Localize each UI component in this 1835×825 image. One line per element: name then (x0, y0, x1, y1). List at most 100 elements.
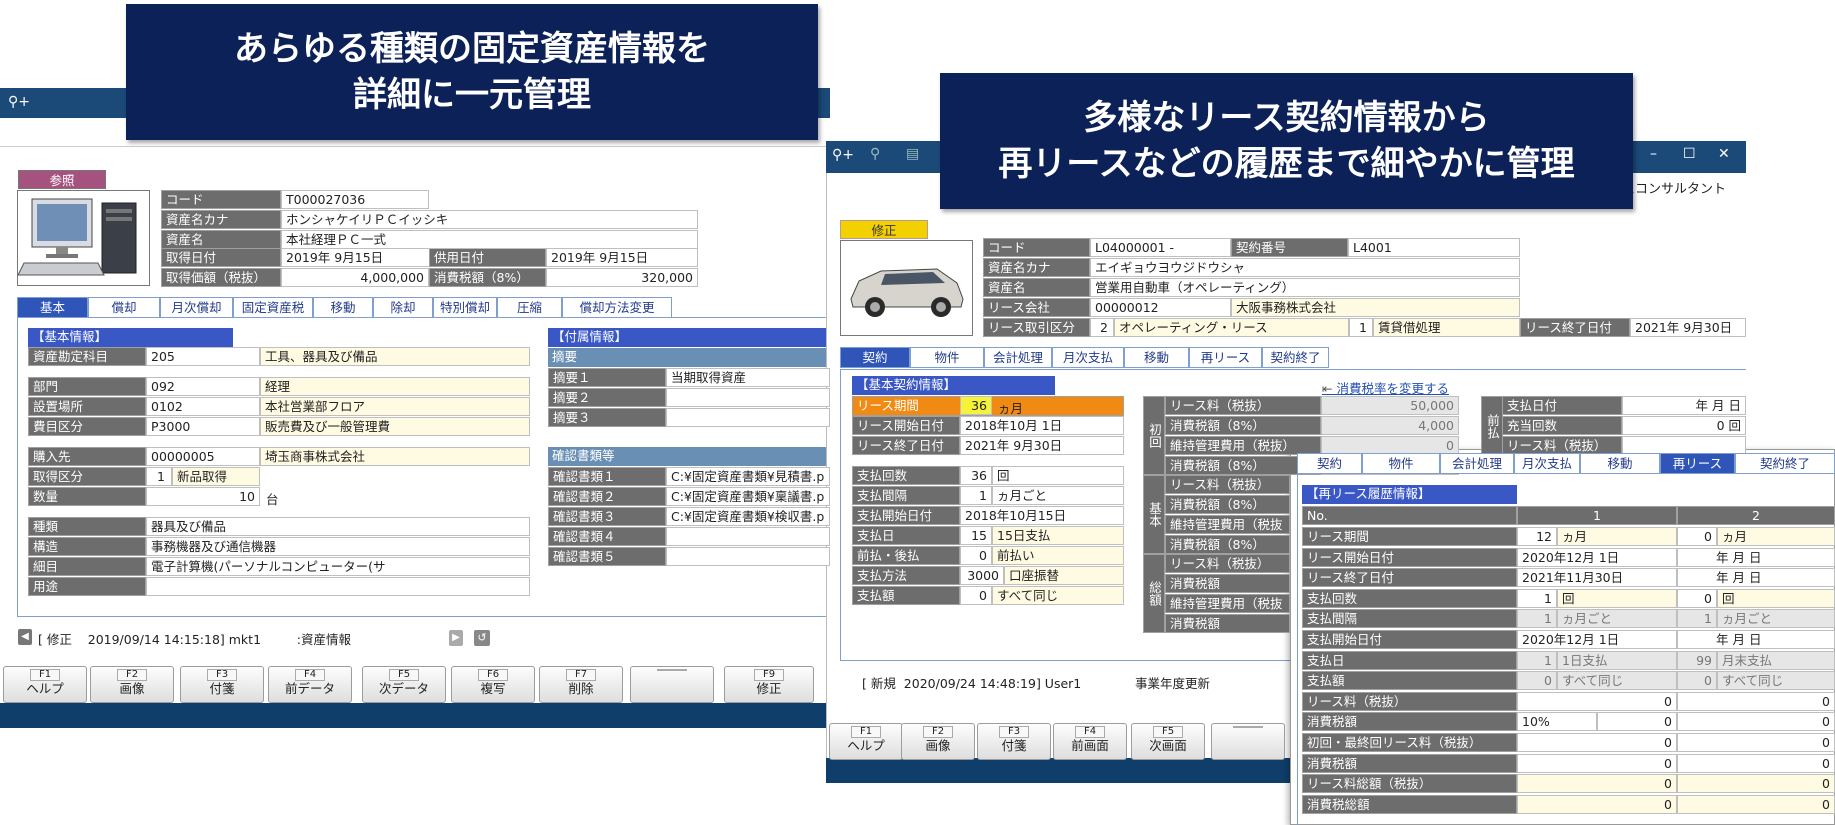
tax-amount-value[interactable]: 320,000 (546, 268, 698, 287)
tab-overlay-6[interactable]: 契約終了 (1735, 453, 1835, 474)
r-end2-value[interactable]: 2021年 9月30日 (960, 436, 1124, 455)
ov-row-c2[interactable]: 0 (1677, 753, 1835, 773)
r-lessor-code[interactable]: 00000012 (1090, 298, 1231, 317)
ov-row-c2[interactable]: 99 (1677, 650, 1717, 670)
ov-row-c1[interactable]: 0 (1517, 774, 1677, 794)
tab-overlay-1[interactable]: 物件 (1362, 453, 1440, 474)
qty-value[interactable]: 10 (146, 487, 260, 506)
docs-row-value[interactable]: C:¥固定資産書類¥検収書.p (666, 507, 830, 526)
fkey-6-button[interactable]: F6 複写 (451, 666, 535, 703)
ov-row-c2[interactable]: 0 (1677, 671, 1717, 691)
ov-row-c1b[interactable]: 0 (1597, 712, 1677, 732)
class-row-value[interactable]: 器具及び備品 (146, 517, 530, 536)
ov-row-c1[interactable]: 1 (1517, 609, 1557, 629)
search-key-icon-right[interactable]: ⚲+ (832, 147, 854, 163)
fkey-5-button[interactable]: F5 次データ (362, 666, 446, 703)
class-row-value[interactable] (146, 577, 530, 596)
ov-row-c2[interactable]: 0 (1677, 774, 1835, 794)
summary-row-value[interactable] (666, 388, 830, 407)
header-value[interactable]: 本社経理ＰＣ一式 (281, 230, 698, 249)
pay-row-value[interactable]: 2018年10月15日 (960, 506, 1124, 525)
print-icon[interactable]: ▤ (906, 146, 919, 162)
ov-row-c1[interactable]: 0 (1517, 794, 1677, 814)
tab-right-2[interactable]: 会計処理 (984, 347, 1052, 368)
rfkey-2-button[interactable]: F2 画像 (901, 723, 975, 760)
r-type2-code[interactable]: 1 (1349, 318, 1373, 337)
tab-overlay-0[interactable]: 契約 (1297, 453, 1362, 474)
fkey-7-button[interactable]: F7 削除 (539, 666, 623, 703)
tab-right-4[interactable]: 移動 (1124, 347, 1189, 368)
basic-row-code[interactable]: 0102 (146, 397, 260, 416)
ov-row-c1[interactable]: 0 (1517, 753, 1677, 773)
summary-row-value[interactable]: 当期取得資産 (666, 368, 830, 387)
docs-row-value[interactable]: C:¥固定資産書類¥稟議書.p (666, 487, 830, 506)
ov-row-c1[interactable]: 0 (1517, 671, 1557, 691)
minimize-icon[interactable]: – (1650, 146, 1657, 162)
summary-row-value[interactable] (666, 408, 830, 427)
tab-right-1[interactable]: 物件 (910, 347, 984, 368)
r-type-code[interactable]: 2 (1090, 318, 1114, 337)
r-code-value[interactable]: L04000001 - (1090, 238, 1231, 257)
ov-row-c2[interactable]: 年 月 日 (1677, 630, 1835, 649)
ov-row-c2[interactable]: 0 (1677, 794, 1835, 814)
prev-record-button[interactable]: ◀ (18, 629, 32, 645)
fkey-1-button[interactable]: F1 ヘルプ (3, 666, 87, 703)
ov-row-c1[interactable]: 10% (1517, 712, 1597, 732)
fkey-8-button[interactable] (630, 666, 714, 703)
tab-left-8[interactable]: 償却方法変更 (562, 297, 672, 318)
ov-row-c2[interactable]: 0 (1677, 733, 1835, 752)
tab-left-7[interactable]: 圧縮 (497, 297, 562, 318)
zoom-icon[interactable]: ⚲ (870, 146, 880, 162)
use-date-value[interactable]: 2019年 9月15日 (546, 248, 698, 267)
r-period-value[interactable]: 36 (960, 396, 992, 415)
ov-row-c2[interactable]: 0 (1677, 691, 1835, 711)
tab-left-6[interactable]: 特別償却 (433, 297, 497, 318)
basic-row-code[interactable]: 205 (146, 347, 260, 366)
ov-row-c2[interactable]: 年 月 日 (1677, 568, 1835, 588)
rfkey-1-button[interactable]: F1 ヘルプ (829, 723, 903, 760)
ov-row-c1[interactable]: 0 (1517, 733, 1677, 752)
tab-left-1[interactable]: 償却 (88, 297, 160, 318)
ov-row-c1[interactable]: 0 (1517, 691, 1677, 711)
search-key-icon[interactable]: ⚲+ (8, 94, 30, 110)
r-name-value[interactable]: 営業用自動車（オペレーティング） (1090, 278, 1520, 297)
tab-right-6[interactable]: 契約終了 (1262, 347, 1329, 368)
prepay-row-value[interactable]: 0 回 (1622, 416, 1746, 435)
ov-row-c1[interactable]: 2020年12月 1日 (1517, 630, 1677, 649)
tab-left-3[interactable]: 固定資産税 (233, 297, 313, 318)
docs-row-value[interactable] (666, 527, 830, 546)
acq-amount-value[interactable]: 4,000,000 (281, 268, 429, 287)
ov-row-c1[interactable]: 2020年12月 1日 (1517, 547, 1677, 567)
header-value[interactable]: ホンシャケイリＰＣイッシキ (281, 210, 698, 229)
tab-left-5[interactable]: 除却 (373, 297, 433, 318)
pay-row-value[interactable]: 15 (960, 526, 992, 545)
acq-type-code[interactable]: 1 (146, 467, 172, 486)
fkey-3-button[interactable]: F3 付箋 (180, 666, 264, 703)
rfkey-4-button[interactable]: F4 前画面 (1053, 723, 1127, 760)
basic-row-code[interactable]: P3000 (146, 417, 260, 436)
r-contract-value[interactable]: L4001 (1348, 238, 1520, 257)
prepay-row-value[interactable]: 年 月 日 (1622, 396, 1746, 415)
fkey-9-button[interactable]: F9 修正 (724, 666, 814, 703)
tab-right-5[interactable]: 再リース (1189, 347, 1262, 368)
tab-overlay-3[interactable]: 月次支払 (1514, 453, 1580, 474)
class-row-value[interactable]: 事務機器及び通信機器 (146, 537, 530, 556)
tab-overlay-4[interactable]: 移動 (1580, 453, 1660, 474)
fkey-2-button[interactable]: F2 画像 (90, 666, 174, 703)
ov-row-c2[interactable]: 年 月 日 (1677, 547, 1835, 567)
ov-row-c2[interactable]: 0 (1677, 588, 1717, 608)
ov-row-c1[interactable]: 1 (1517, 650, 1557, 670)
r-start-value[interactable]: 2018年10月 1日 (960, 416, 1124, 435)
maximize-icon[interactable]: ☐ (1683, 146, 1696, 162)
next-record-button[interactable]: ▶ (449, 630, 463, 646)
ov-row-c2[interactable]: 0 (1677, 712, 1835, 732)
tab-right-0[interactable]: 契約 (840, 347, 910, 368)
docs-row-value[interactable] (666, 547, 830, 566)
pay-row-value[interactable]: 3000 (960, 566, 1004, 585)
pay-row-value[interactable]: 36 (960, 466, 992, 485)
tax-rate-link[interactable]: ⇤ 消費税率を変更する (1322, 378, 1449, 397)
tab-overlay-5[interactable]: 再リース (1660, 453, 1735, 474)
basic-row-code[interactable]: 00000005 (146, 447, 260, 466)
history-icon[interactable]: ↺ (474, 630, 490, 646)
class-row-value[interactable]: 電子計算機(パーソナルコンピューター(サ (146, 557, 530, 576)
